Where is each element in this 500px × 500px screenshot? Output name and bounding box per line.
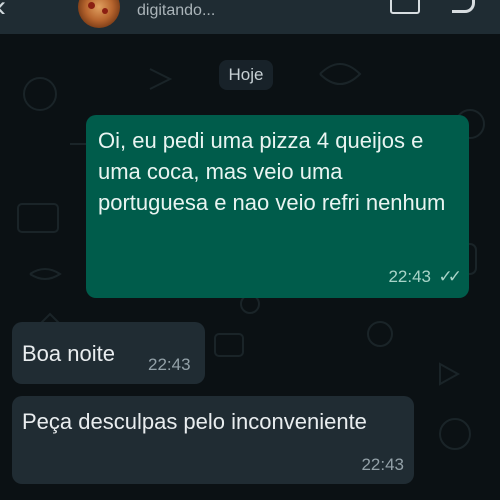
contact-avatar[interactable] xyxy=(78,0,120,28)
message-text: Peça desculpas pelo inconveniente xyxy=(22,409,367,434)
back-arrow-icon[interactable]: ‹ xyxy=(0,0,6,24)
date-separator: Hoje xyxy=(219,60,273,90)
incoming-message[interactable]: Boa noite 22:43 xyxy=(12,322,205,384)
incoming-message[interactable]: Peça desculpas pelo inconveniente 22:43 xyxy=(12,396,414,484)
outgoing-message[interactable]: Oi, eu pedi uma pizza 4 queijos e uma co… xyxy=(86,115,469,298)
chat-header: ‹ digitando... xyxy=(0,0,500,34)
video-call-icon[interactable] xyxy=(390,0,420,14)
message-time: 22:43 xyxy=(361,455,404,474)
phone-call-icon[interactable] xyxy=(452,0,475,13)
typing-status: digitando... xyxy=(137,2,216,19)
message-time: 22:43 xyxy=(148,355,191,374)
read-receipt-icon: ✓✓ xyxy=(438,267,462,286)
message-text: Boa noite xyxy=(22,341,115,366)
message-time: 22:43 xyxy=(388,267,431,286)
message-text: Oi, eu pedi uma pizza 4 queijos e uma co… xyxy=(98,128,446,215)
